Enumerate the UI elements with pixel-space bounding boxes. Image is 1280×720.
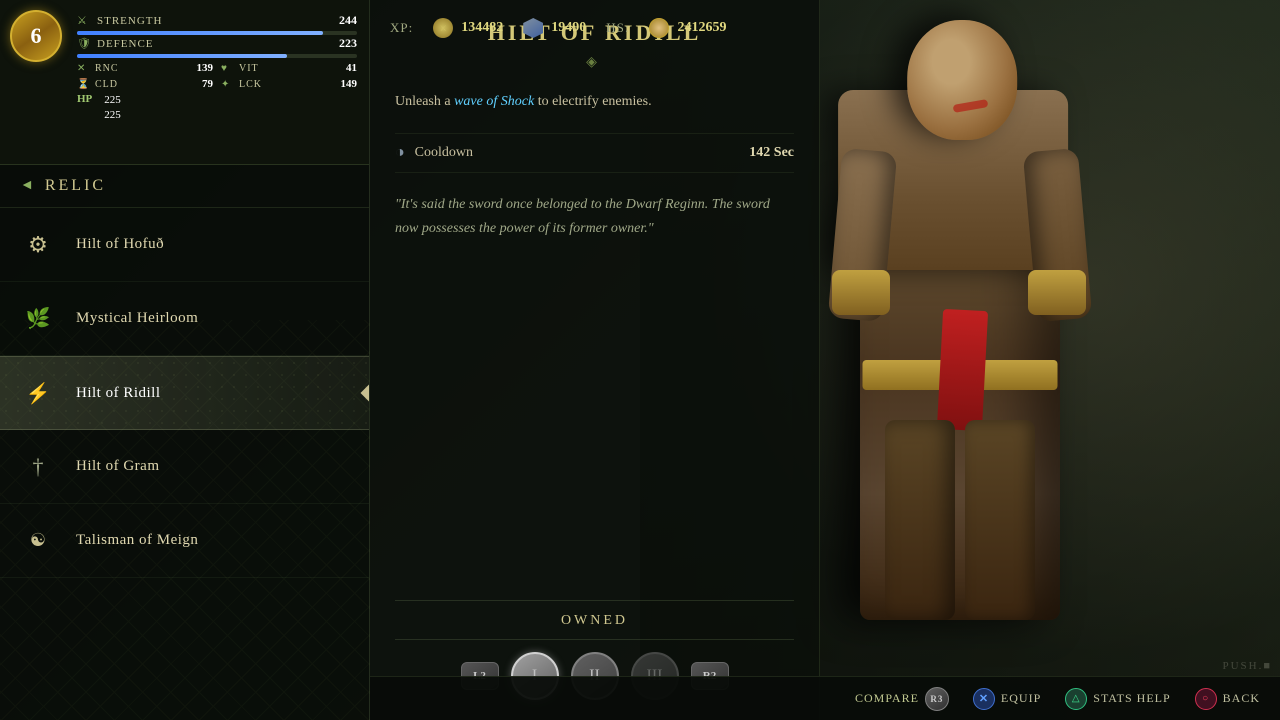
owned-label: OWNED	[395, 613, 794, 629]
action-bar: COMPARE R3 ✕ EQUIP △ STATS HELP ○ BACK	[370, 676, 1280, 720]
equip-label: EQUIP	[1001, 691, 1041, 706]
strength-icon: ⚔	[77, 14, 91, 27]
owned-divider-2	[395, 639, 794, 640]
xp-value-1: 134482	[461, 20, 503, 36]
xp-value-2: 19490	[551, 20, 586, 36]
item-description: Unleash a wave of Shock to electrify ene…	[395, 91, 794, 113]
item-ridill[interactable]: ⚡ Hilt of Ridill	[0, 356, 369, 430]
rnc-label: RNC	[95, 63, 135, 74]
vit-item: ♥ VIT 41	[221, 62, 357, 74]
level-badge: 6	[10, 10, 62, 62]
hofud-name: Hilt of Hofuð	[76, 236, 164, 253]
xp-icon-2	[523, 18, 543, 38]
stats-help-button[interactable]: △ STATS HELP	[1065, 688, 1170, 710]
secondary-stats-2: ⏳ CLD 79 ✦ LCK 149	[77, 78, 357, 90]
hs-label: HS:	[606, 20, 629, 36]
xp-label: XP:	[390, 20, 413, 36]
watermark: PUSH.■	[1214, 656, 1280, 676]
lck-item: ✦ LCK 149	[221, 78, 357, 90]
category-label: ◄ RELIC	[20, 177, 349, 195]
equip-button[interactable]: ✕ EQUIP	[973, 688, 1041, 710]
lore-text: "It's said the sword once belonged to th…	[395, 193, 794, 600]
hs-section: 2412659	[649, 18, 726, 38]
desc-suffix: to electrify enemies.	[534, 94, 651, 109]
secondary-stats: ✕ RNC 139 ♥ VIT 41	[77, 62, 357, 74]
hp-values: 225 225	[104, 93, 121, 124]
circle-button-icon: ○	[1195, 688, 1217, 710]
vit-label: VIT	[239, 63, 279, 74]
cooldown-row: ◑ Cooldown 142 Sec	[395, 133, 794, 173]
defence-value: 223	[327, 36, 357, 51]
desc-highlight: wave of Shock	[454, 94, 534, 109]
item-hofud[interactable]: ⚙ Hilt of Hofuð	[0, 208, 369, 282]
stats-grid: ⚔ STRENGTH 244 🛡 DEFENCE 223 ✕ RNC	[77, 13, 357, 90]
lck-icon: ✦	[221, 79, 235, 90]
stats-header: 6 ⚔ STRENGTH 244 🛡 DEFENCE 223	[0, 0, 369, 165]
rnc-item: ✕ RNC 139	[77, 62, 213, 74]
strength-label: STRENGTH	[97, 15, 165, 27]
rnc-icon: ✕	[77, 63, 91, 74]
compare-label: COMPARE	[855, 691, 919, 706]
cld-item: ⏳ CLD 79	[77, 78, 213, 90]
defence-bar	[77, 54, 287, 58]
defence-icon: 🛡	[77, 37, 91, 50]
xp-header: XP: ⚔ 134482 19490 HS: 2412659	[370, 10, 1280, 46]
category-section: ◄ RELIC	[0, 165, 369, 208]
owned-divider	[395, 600, 794, 601]
xp-icon-1: ⚔	[433, 18, 453, 38]
hs-value: 2412659	[677, 20, 726, 36]
left-panel: 6 ⚔ STRENGTH 244 🛡 DEFENCE 223	[0, 0, 370, 720]
strength-value: 244	[327, 13, 357, 28]
back-button[interactable]: ○ BACK	[1195, 688, 1260, 710]
lck-value: 149	[327, 78, 357, 90]
hofud-icon: ⚙	[16, 223, 60, 267]
category-name: RELIC	[45, 177, 106, 195]
cooldown-value: 142 Sec	[749, 145, 794, 161]
desc-prefix: Unleash a	[395, 94, 454, 109]
xp-section-1: ⚔ 134482	[433, 18, 503, 38]
hp-max: 225	[104, 109, 121, 121]
rnc-value: 139	[183, 62, 213, 74]
defence-label: DEFENCE	[97, 38, 165, 50]
vit-icon: ♥	[221, 63, 235, 74]
hs-icon	[649, 18, 669, 38]
back-label: BACK	[1223, 691, 1260, 706]
selected-pattern	[0, 357, 369, 429]
strength-bar	[77, 31, 323, 35]
hp-current: 225	[104, 94, 121, 106]
lck-label: LCK	[239, 79, 279, 90]
vit-value: 41	[327, 62, 357, 74]
title-divider: ◈	[395, 54, 794, 71]
xp-section-2: 19490	[523, 18, 586, 38]
defence-bar-container	[77, 54, 357, 58]
cooldown-label: Cooldown	[415, 145, 740, 161]
middle-panel: HILT OF RIDILL ◈ Unleash a wave of Shock…	[370, 0, 820, 720]
cld-icon: ⏳	[77, 79, 91, 90]
x-button-icon: ✕	[973, 688, 995, 710]
defence-row: 🛡 DEFENCE 223	[77, 36, 357, 51]
strength-row: ⚔ STRENGTH 244	[77, 13, 357, 28]
cld-value: 79	[183, 78, 213, 90]
compare-section: COMPARE R3	[855, 687, 949, 711]
cld-label: CLD	[95, 79, 135, 90]
strength-bar-container	[77, 31, 357, 35]
level-value: 6	[31, 23, 42, 49]
category-arrow: ◄	[20, 178, 37, 194]
r3-button[interactable]: R3	[925, 687, 949, 711]
hp-label: HP	[77, 93, 92, 105]
cooldown-icon: ◑	[395, 144, 405, 162]
triangle-button-icon: △	[1065, 688, 1087, 710]
hp-display: HP 225 225	[77, 93, 357, 124]
stats-help-label: STATS HELP	[1093, 691, 1170, 706]
